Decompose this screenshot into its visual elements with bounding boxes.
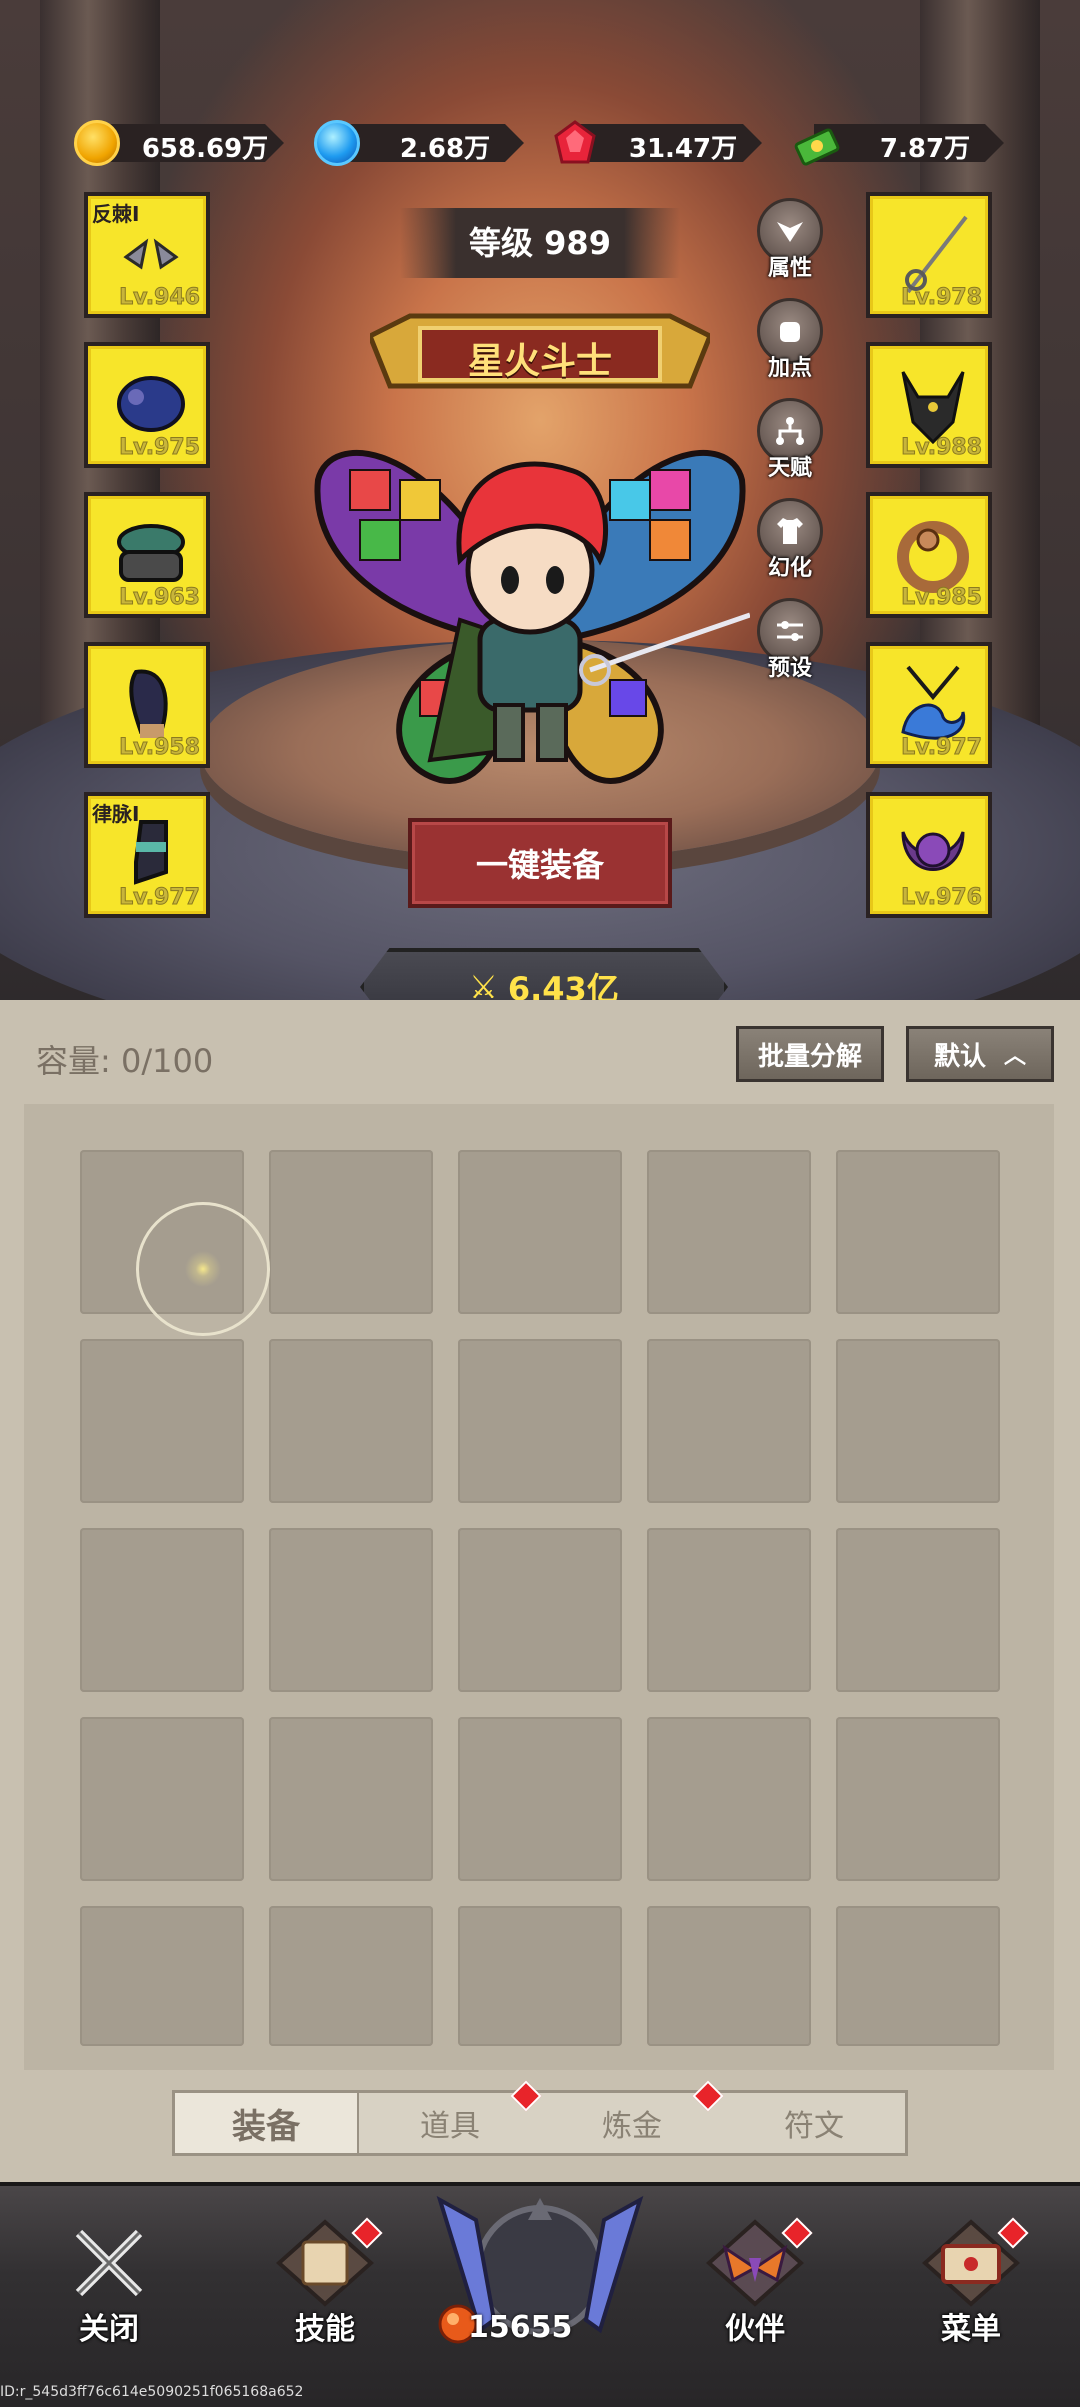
partner-button[interactable]: 伙伴 — [690, 2217, 820, 2348]
inventory-slot[interactable] — [458, 1150, 622, 1314]
center-home-button[interactable]: 15655 — [428, 2190, 652, 2390]
currency-ruby[interactable]: 31.47万 — [552, 120, 762, 166]
inventory-slot[interactable] — [836, 1717, 1000, 1881]
inventory-slot[interactable] — [647, 1717, 811, 1881]
capacity-label: 容量: 0/100 — [36, 1042, 214, 1080]
inventory-slot[interactable] — [458, 1339, 622, 1503]
inventory-slot[interactable] — [458, 1906, 622, 2046]
gold-coin-icon — [74, 120, 120, 166]
inventory-slot[interactable] — [269, 1717, 433, 1881]
equip-slot-weapon[interactable]: Lv.978 — [866, 192, 992, 318]
tab-items[interactable]: 道具 — [359, 2080, 542, 2153]
menu-button[interactable]: 菜单 — [906, 2217, 1036, 2348]
batch-decompose-button[interactable]: 批量分解 — [736, 1026, 884, 1082]
attributes-button[interactable]: 属性 — [752, 198, 828, 288]
inventory-slot[interactable] — [836, 1906, 1000, 2046]
chevron-up-icon: ︿ — [1004, 1044, 1027, 1069]
crossed-blades-icon — [54, 2218, 164, 2308]
equip-all-button[interactable]: 一键装备 — [408, 818, 672, 908]
ruby-gem-icon — [552, 120, 598, 166]
currency-cash[interactable]: 7.87万 — [794, 120, 1004, 166]
equip-slot-emblem[interactable]: Lv.976 — [866, 792, 992, 918]
inventory-tabs: 装备 道具 炼金 符文 — [172, 2080, 908, 2156]
inventory-slot[interactable] — [647, 1906, 811, 2046]
transmog-button[interactable]: 幻化 — [752, 498, 828, 588]
skills-button[interactable]: 技能 — [260, 2217, 390, 2348]
preset-button[interactable]: 预设 — [752, 598, 828, 688]
currency-blue-orb[interactable]: 2.68万 — [314, 120, 524, 166]
hero-character[interactable] — [310, 420, 750, 800]
equip-slot-mask[interactable]: Lv.988 — [866, 342, 992, 468]
sort-dropdown[interactable]: 默认 ︿ — [906, 1026, 1054, 1082]
title-badge[interactable]: 星火斗士 — [370, 306, 710, 406]
inventory-slot[interactable] — [647, 1339, 811, 1503]
inventory-slot[interactable] — [80, 1717, 244, 1881]
touch-indicator — [136, 1202, 270, 1336]
tab-runes[interactable]: 符文 — [723, 2093, 905, 2153]
equip-slot-ring[interactable]: Lv.985 — [866, 492, 992, 618]
equip-slot-shoulder[interactable]: Lv.963 — [84, 492, 210, 618]
player-level: 等级 989 — [400, 208, 680, 278]
cash-stack-icon — [794, 120, 840, 166]
inventory-slot[interactable] — [836, 1339, 1000, 1503]
equip-slot-wings[interactable]: 反棘I Lv.946 — [84, 192, 210, 318]
inventory-slot[interactable] — [80, 1906, 244, 2046]
inventory-slot[interactable] — [836, 1528, 1000, 1692]
inventory-slot[interactable] — [269, 1528, 433, 1692]
equip-slot-boots[interactable]: 律脉I Lv.977 — [84, 792, 210, 918]
inventory-slot[interactable] — [80, 1528, 244, 1692]
inventory-slot[interactable] — [458, 1528, 622, 1692]
inventory-slot[interactable] — [647, 1528, 811, 1692]
inventory-slot[interactable] — [269, 1150, 433, 1314]
tab-alchemy[interactable]: 炼金 — [541, 2080, 724, 2153]
blue-orb-icon — [314, 120, 360, 166]
close-button[interactable]: 关闭 — [44, 2218, 174, 2348]
equip-slot-amulet[interactable]: Lv.977 — [866, 642, 992, 768]
talent-button[interactable]: 天赋 — [752, 398, 828, 488]
debug-id-text: ID:r_545d3ff76c614e5090251f065168a652 — [0, 2384, 304, 2400]
inventory-slot[interactable] — [647, 1150, 811, 1314]
add-points-button[interactable]: 加点 — [752, 298, 828, 388]
inventory-slot[interactable] — [269, 1339, 433, 1503]
equip-slot-glove[interactable]: Lv.958 — [84, 642, 210, 768]
tab-equipment[interactable]: 装备 — [175, 2093, 359, 2153]
inventory-slot[interactable] — [836, 1150, 1000, 1314]
inventory-slot[interactable] — [269, 1906, 433, 2046]
equip-slot-helmet[interactable]: Lv.975 — [84, 342, 210, 468]
title-badge-text: 星火斗士 — [467, 341, 612, 382]
currency-gold[interactable]: 658.69万 — [74, 120, 284, 166]
inventory-slot[interactable] — [458, 1717, 622, 1881]
inventory-slot[interactable] — [80, 1339, 244, 1503]
